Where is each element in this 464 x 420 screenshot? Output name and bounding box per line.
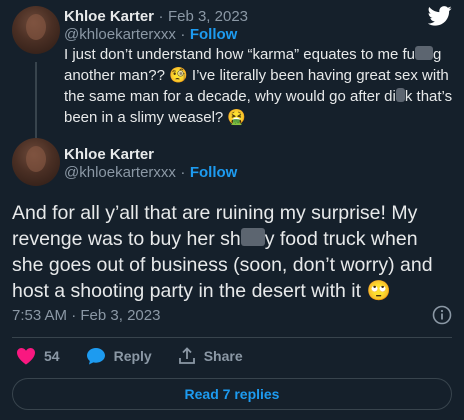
thread-line <box>35 62 37 138</box>
heart-icon <box>17 348 35 365</box>
author-handle[interactable]: @khloekarterxxx <box>64 26 176 43</box>
avatar[interactable] <box>12 138 60 186</box>
share-label: Share <box>203 348 243 364</box>
info-icon[interactable] <box>432 305 452 325</box>
like-button[interactable]: 54 <box>16 347 60 365</box>
author-name[interactable]: Khloe Karter <box>64 8 154 25</box>
vomiting-face-emoji: 🤮 <box>227 109 247 126</box>
divider <box>12 337 452 338</box>
read-replies-button[interactable]: Read 7 replies <box>12 378 452 410</box>
censor-blur <box>415 46 434 60</box>
reply-button[interactable]: Reply <box>86 347 152 365</box>
censor-blur <box>395 88 405 102</box>
action-bar: 54 Reply Share <box>16 347 243 365</box>
separator: · <box>158 8 164 25</box>
author-name[interactable]: Khloe Karter <box>64 146 154 163</box>
reply-label: Reply <box>113 348 152 364</box>
like-count: 54 <box>44 348 60 364</box>
avatar[interactable] <box>12 6 60 54</box>
follow-button[interactable]: Follow <box>190 164 238 181</box>
tweet-text-part: I just don’t understand how “karma” equa… <box>64 46 416 63</box>
follow-button[interactable]: Follow <box>190 26 238 43</box>
eye-roll-emoji: 🙄 <box>366 280 391 302</box>
tweet-time[interactable]: 7:53 AM <box>12 307 67 324</box>
main-tweet-header: Khloe Karter <box>64 146 154 164</box>
author-handle[interactable]: @khloekarterxxx <box>64 164 176 181</box>
monocle-face-emoji: 🧐 <box>169 67 188 84</box>
censor-blur <box>240 228 265 246</box>
speech-bubble-icon <box>86 348 105 365</box>
twitter-bird-icon[interactable] <box>428 6 452 26</box>
separator: · <box>67 307 81 324</box>
tweet-timestamp[interactable]: 7:53 AM · Feb 3, 2023 <box>12 307 160 324</box>
reply-tweet-header: Khloe Karter · Feb 3, 2023 <box>64 8 248 26</box>
reply-tweet-text: I just don’t understand how “karma” equa… <box>64 44 456 128</box>
separator: · <box>180 164 186 181</box>
share-button[interactable]: Share <box>178 347 243 365</box>
tweet-date[interactable]: Feb 3, 2023 <box>80 307 160 324</box>
separator: · <box>180 26 186 43</box>
share-upload-icon <box>178 347 195 364</box>
reply-tweet-handle-row: @khloekarterxxx · Follow <box>64 26 237 44</box>
tweet-date[interactable]: Feb 3, 2023 <box>168 8 248 25</box>
main-tweet-handle-row: @khloekarterxxx · Follow <box>64 164 237 182</box>
main-tweet-text: And for all y’all that are ruining my su… <box>12 200 452 304</box>
